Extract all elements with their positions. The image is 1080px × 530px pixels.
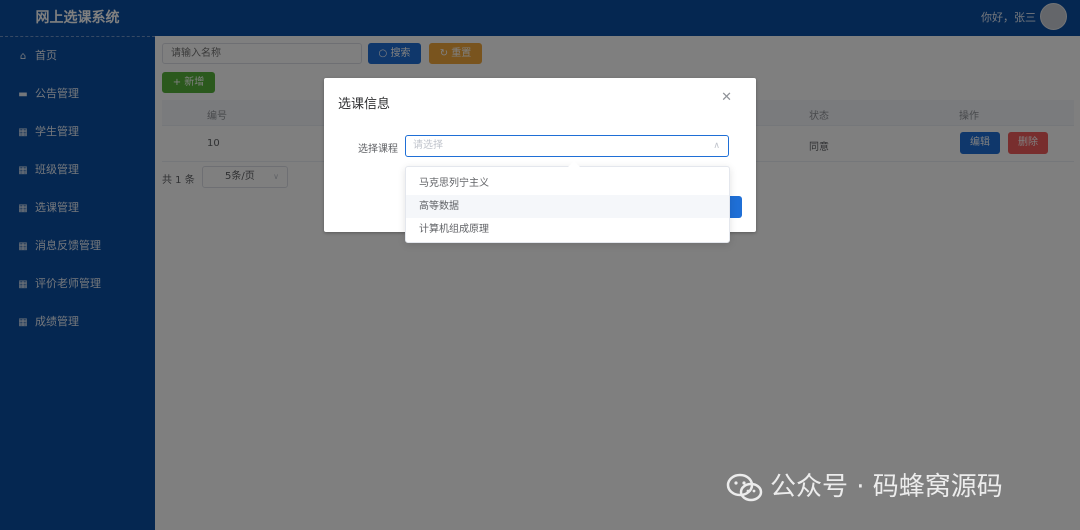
watermark-text: 公众号 · 码蜂窝源码 <box>770 472 1003 502</box>
chevron-up-icon: ∧ <box>713 141 720 151</box>
course-field-label: 选择课程 <box>358 144 398 155</box>
watermark: 公众号 · 码蜂窝源码 <box>726 470 1003 504</box>
course-select[interactable]: 请选择 ∧ <box>405 135 729 157</box>
confirm-button[interactable] <box>728 196 742 218</box>
wechat-icon <box>726 473 763 501</box>
dropdown-option[interactable]: 计算机组成原理 <box>406 218 729 241</box>
course-dropdown: 马克思列宁主义 高等数据 计算机组成原理 <box>405 161 730 243</box>
course-select-placeholder: 请选择 <box>413 140 443 151</box>
dialog-title: 选课信息 <box>338 97 391 112</box>
dropdown-option[interactable]: 高等数据 <box>406 195 729 218</box>
dropdown-option[interactable]: 马克思列宁主义 <box>406 172 729 195</box>
close-icon[interactable]: ✕ <box>721 90 732 105</box>
